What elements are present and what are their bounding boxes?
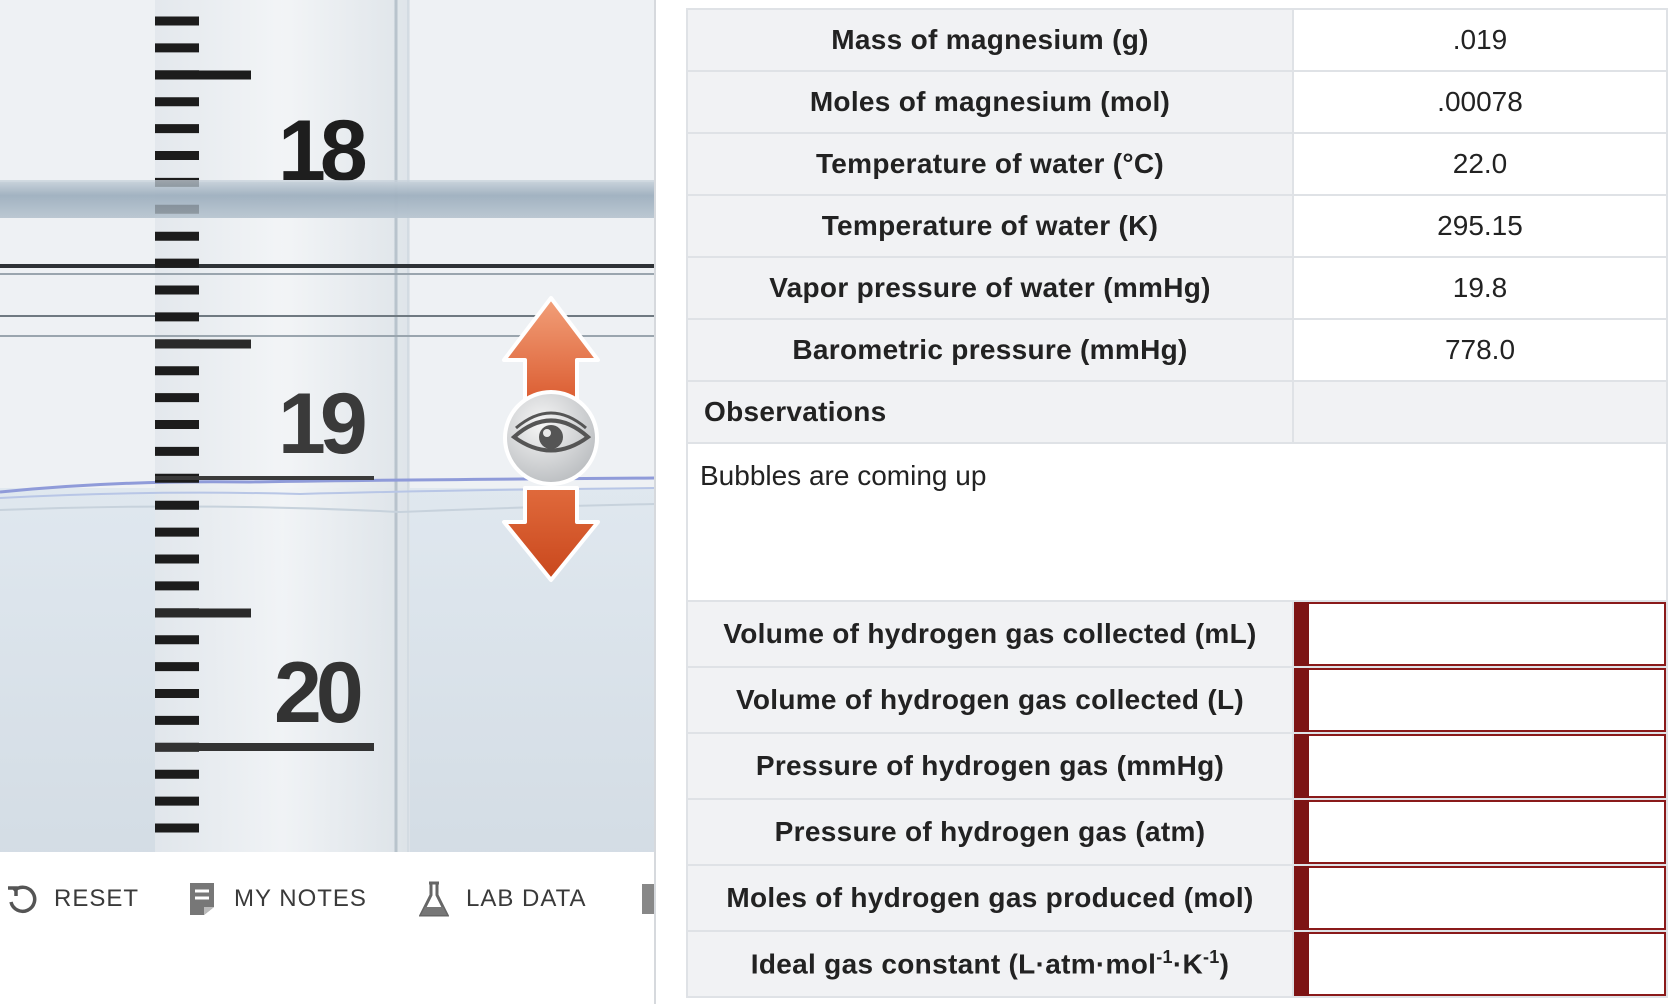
next-toolbar-item-clipped[interactable] bbox=[640, 880, 655, 918]
row-value: .019 bbox=[1292, 8, 1668, 72]
row-value: 22.0 bbox=[1292, 132, 1668, 196]
row-label: Temperature of water (°C) bbox=[686, 132, 1294, 196]
scale-label-19: 19 bbox=[278, 376, 365, 472]
lab-data-button[interactable]: LAB DATA bbox=[416, 876, 586, 922]
observations-header-row: Observations bbox=[686, 380, 1668, 444]
scale-label-20: 20 bbox=[274, 645, 361, 741]
input-label: Pressure of hydrogen gas (mmHg) bbox=[686, 732, 1294, 800]
input-label: Volume of hydrogen gas collected (mL) bbox=[686, 600, 1294, 668]
volume-ml-input[interactable] bbox=[1309, 602, 1666, 666]
required-marker bbox=[1294, 602, 1309, 666]
notes-icon bbox=[184, 881, 220, 917]
eye-level-control[interactable] bbox=[502, 296, 600, 582]
row-label: Temperature of water (K) bbox=[686, 194, 1294, 258]
input-row: Volume of hydrogen gas collected (L) bbox=[686, 666, 1668, 734]
input-label: Pressure of hydrogen gas (atm) bbox=[686, 798, 1294, 866]
pressure-atm-input[interactable] bbox=[1309, 800, 1666, 864]
input-label: Moles of hydrogen gas produced (mol) bbox=[686, 864, 1294, 932]
input-row: Pressure of hydrogen gas (atm) bbox=[686, 798, 1668, 866]
row-label: Mass of magnesium (g) bbox=[686, 8, 1294, 72]
simulation-view: 18 19 20 bbox=[0, 0, 655, 852]
my-notes-label: MY NOTES bbox=[234, 885, 367, 912]
row-label: Vapor pressure of water (mmHg) bbox=[686, 256, 1294, 320]
row-value: .00078 bbox=[1292, 70, 1668, 134]
row-value: 778.0 bbox=[1292, 318, 1668, 382]
flask-icon bbox=[416, 881, 452, 917]
gas-constant-input[interactable] bbox=[1309, 932, 1666, 996]
observations-row: Bubbles are coming up bbox=[686, 442, 1668, 602]
lab-data-table: Mass of magnesium (g) .019 Moles of magn… bbox=[686, 8, 1668, 998]
table-row: Moles of magnesium (mol) .00078 bbox=[686, 70, 1668, 134]
row-value: 19.8 bbox=[1292, 256, 1668, 320]
reset-icon bbox=[4, 881, 40, 917]
graduated-cylinder-scale: 18 19 20 bbox=[0, 0, 655, 852]
row-label: Moles of magnesium (mol) bbox=[686, 70, 1294, 134]
table-row: Temperature of water (°C) 22.0 bbox=[686, 132, 1668, 196]
volume-l-input[interactable] bbox=[1309, 668, 1666, 732]
moles-h2-input[interactable] bbox=[1309, 866, 1666, 930]
observations-header-spacer bbox=[1292, 380, 1668, 444]
input-row: Pressure of hydrogen gas (mmHg) bbox=[686, 732, 1668, 800]
my-notes-button[interactable]: MY NOTES bbox=[184, 876, 367, 922]
input-row: Moles of hydrogen gas produced (mol) bbox=[686, 864, 1668, 932]
required-marker bbox=[1294, 800, 1309, 864]
pressure-mmhg-input[interactable] bbox=[1309, 734, 1666, 798]
required-marker bbox=[1294, 668, 1309, 732]
table-row: Mass of magnesium (g) .019 bbox=[686, 8, 1668, 72]
observations-label: Observations bbox=[686, 380, 1294, 444]
table-row: Barometric pressure (mmHg) 778.0 bbox=[686, 318, 1668, 382]
lab-data-panel: Mass of magnesium (g) .019 Moles of magn… bbox=[686, 8, 1668, 998]
row-label: Barometric pressure (mmHg) bbox=[686, 318, 1294, 382]
lab-data-label: LAB DATA bbox=[466, 885, 587, 912]
input-label: Volume of hydrogen gas collected (L) bbox=[686, 666, 1294, 734]
required-marker bbox=[1294, 734, 1309, 798]
observations-text[interactable]: Bubbles are coming up bbox=[686, 442, 1668, 602]
table-row: Vapor pressure of water (mmHg) 19.8 bbox=[686, 256, 1668, 320]
input-row: Ideal gas constant (L·atm·mol-1·K-1) bbox=[686, 930, 1668, 998]
row-value: 295.15 bbox=[1292, 194, 1668, 258]
reset-label: RESET bbox=[54, 885, 140, 912]
input-label-gas-constant: Ideal gas constant (L·atm·mol-1·K-1) bbox=[686, 930, 1294, 998]
input-row: Volume of hydrogen gas collected (mL) bbox=[686, 600, 1668, 668]
panel-divider bbox=[654, 0, 656, 1004]
reset-button[interactable]: RESET bbox=[4, 876, 139, 922]
simulation-toolbar: RESET MY NOTES LAB DATA bbox=[0, 852, 655, 1004]
required-marker bbox=[1294, 932, 1309, 996]
required-marker bbox=[1294, 866, 1309, 930]
table-row: Temperature of water (K) 295.15 bbox=[686, 194, 1668, 258]
